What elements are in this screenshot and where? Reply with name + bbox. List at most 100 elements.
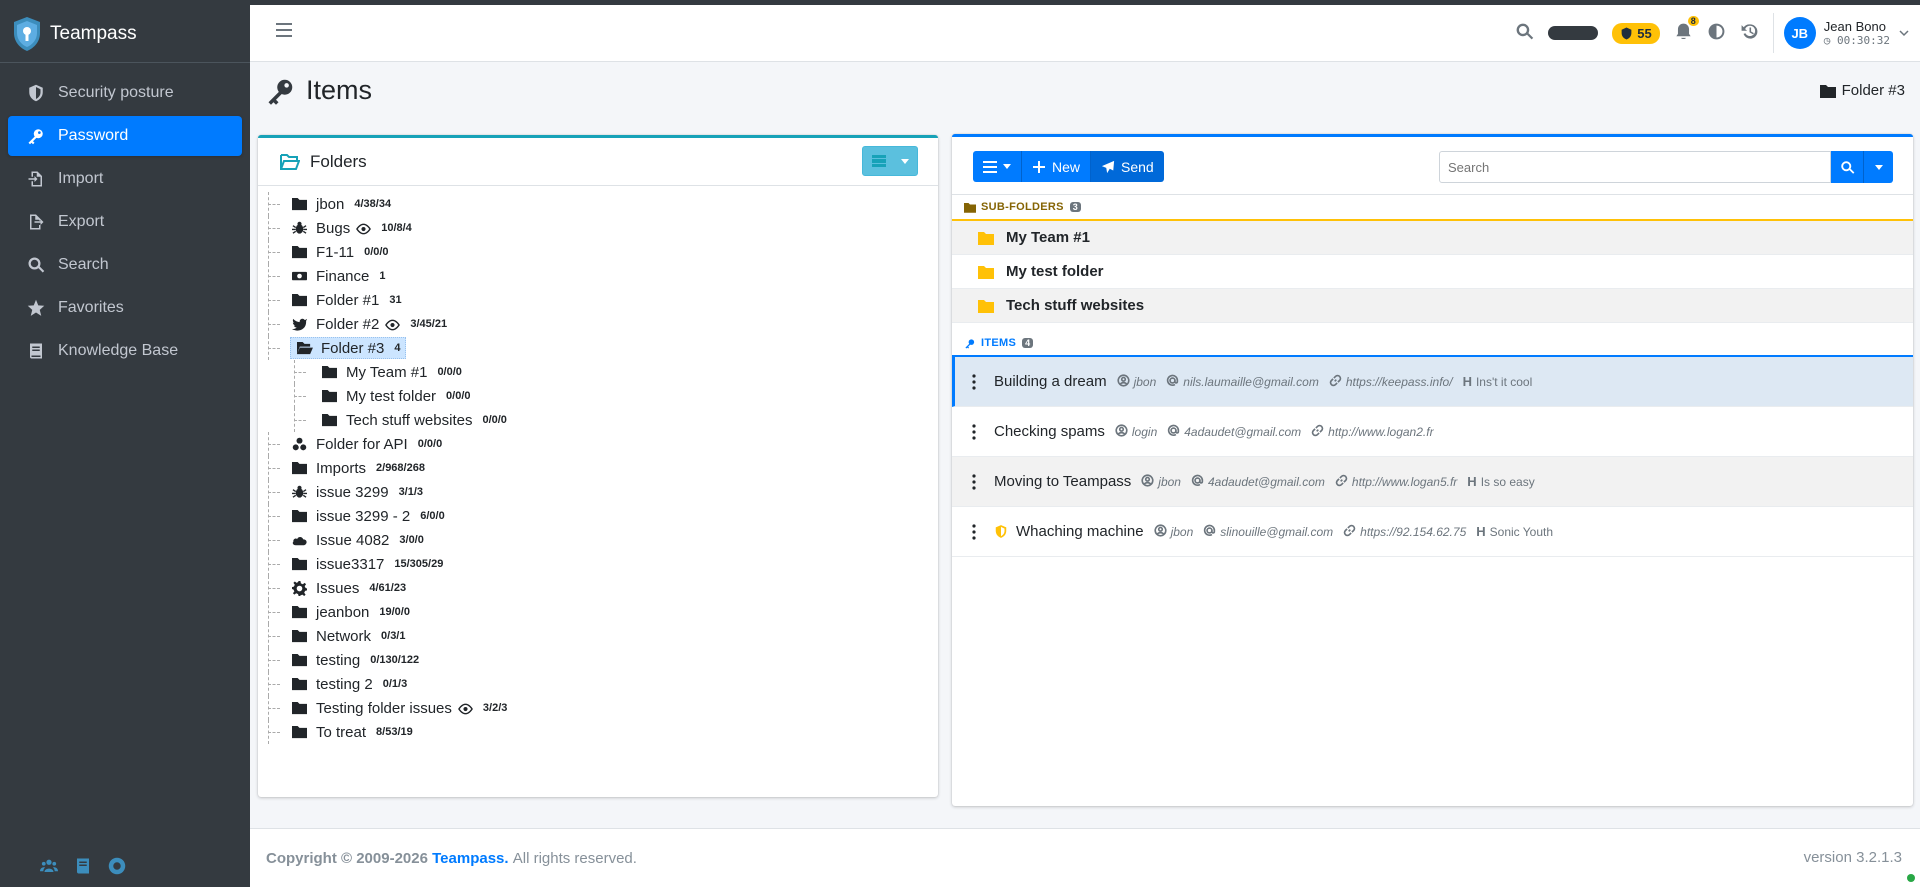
folder-tree-label[interactable]: Folder #2 3/45/21 <box>290 315 447 333</box>
folder-tree-item[interactable]: issue 3299 - 2 6/0/0 <box>268 504 928 528</box>
sidebar-item-password[interactable]: Password <box>8 116 242 156</box>
subfolder-row[interactable]: Tech stuff websites <box>952 289 1913 323</box>
folder-tree-item[interactable]: issue 3299 3/1/3 <box>268 480 928 504</box>
new-item-button[interactable]: New <box>1021 151 1091 182</box>
item-row[interactable]: Whaching machine jbon slinouille@gmail.com… <box>952 507 1913 557</box>
folder-tree-label[interactable]: Bugs 10/8/4 <box>290 219 412 237</box>
search-button[interactable] <box>1831 151 1863 183</box>
search-options-dropdown[interactable] <box>1863 151 1893 183</box>
folder-tree-item[interactable]: Testing folder issues 3/2/3 <box>268 696 928 720</box>
kebab-menu-icon[interactable] <box>972 523 982 540</box>
star-icon <box>26 298 46 318</box>
folder-icon <box>290 675 308 693</box>
contrast-icon[interactable] <box>1707 22 1726 45</box>
link-icon <box>1311 424 1324 440</box>
folder-tree-label[interactable]: Tech stuff websites 0/0/0 <box>320 411 507 429</box>
folder-tree-item[interactable]: Folder for API 0/0/0 <box>268 432 928 456</box>
item-url[interactable]: http://www.logan5.fr <box>1335 474 1457 490</box>
item-url[interactable]: https://92.154.62.75 <box>1343 524 1466 540</box>
items-action-group: New Send <box>973 151 1164 182</box>
search-input[interactable] <box>1439 151 1831 183</box>
sidebar-item-knowledge-base[interactable]: Knowledge Base <box>8 331 242 371</box>
folder-tree-item[interactable]: Bugs 10/8/4 <box>268 216 928 240</box>
subfolders-header: SUB-FOLDERS 3 <box>952 195 1913 221</box>
folder-tree-label[interactable]: My Team #1 0/0/0 <box>320 363 462 381</box>
folder-tree-item[interactable]: Issue 4082 3/0/0 <box>268 528 928 552</box>
folder-tree-label[interactable]: F1-11 0/0/0 <box>290 243 389 261</box>
user-menu[interactable]: JB Jean Bono ◷ 00:30:32 <box>1772 13 1910 53</box>
folder-tree-item[interactable]: My test folder 0/0/0 <box>268 384 928 408</box>
hamburger-menu-icon[interactable] <box>276 21 294 39</box>
folder-tree-item[interactable]: testing 2 0/1/3 <box>268 672 928 696</box>
subfolder-row[interactable]: My test folder <box>952 255 1913 289</box>
send-button[interactable]: Send <box>1090 151 1164 182</box>
folder-tree-item[interactable]: To treat 8/53/19 <box>268 720 928 744</box>
folder-tree-item[interactable]: My Team #1 0/0/0 <box>268 360 928 384</box>
folder-tree-item[interactable]: Folder #2 3/45/21 <box>268 312 928 336</box>
sidebar-item-favorites[interactable]: Favorites <box>8 288 242 328</box>
folder-tree-label[interactable]: Folder for API 0/0/0 <box>290 435 442 453</box>
folder-tree-label[interactable]: Folder #1 31 <box>290 291 402 309</box>
users-icon[interactable] <box>40 857 58 879</box>
folder-tree-label[interactable]: Issue 4082 3/0/0 <box>290 531 424 549</box>
tree-connector <box>268 204 280 205</box>
folder-tree-item[interactable]: issue3317 15/305/29 <box>268 552 928 576</box>
folder-tree-item[interactable]: F1-11 0/0/0 <box>268 240 928 264</box>
item-row[interactable]: Moving to Teampass jbon 4adaudet@gmail.com… <box>952 457 1913 507</box>
folder-tree-label[interactable]: testing 0/130/122 <box>290 651 419 669</box>
folder-tree-label[interactable]: Issues 4/61/23 <box>290 579 406 597</box>
folder-tree-item[interactable]: jeanbon 19/0/0 <box>268 600 928 624</box>
book-icon[interactable] <box>74 857 92 879</box>
sidebar-item-security-posture[interactable]: Security posture <box>8 73 242 113</box>
sidebar-item-export[interactable]: Export <box>8 202 242 242</box>
folder-tree-label[interactable]: issue 3299 3/1/3 <box>290 483 423 501</box>
item-row[interactable]: Building a dream jbon nils.laumaille@gmail… <box>952 357 1913 407</box>
folder-icon <box>290 195 308 213</box>
folder-tree-label[interactable]: To treat 8/53/19 <box>290 723 413 741</box>
kebab-menu-icon[interactable] <box>972 473 982 490</box>
folder-tree-label[interactable]: issue3317 15/305/29 <box>290 555 443 573</box>
subfolder-name: My test folder <box>1006 263 1104 280</box>
folder-tree-label[interactable]: issue 3299 - 2 6/0/0 <box>290 507 445 525</box>
folder-tree-item[interactable]: Network 0/3/1 <box>268 624 928 648</box>
folder-item-count: 3/2/3 <box>482 702 508 714</box>
kebab-menu-icon[interactable] <box>972 373 982 390</box>
folder-tree-label[interactable]: Testing folder issues 3/2/3 <box>290 699 507 717</box>
item-url[interactable]: http://www.logan2.fr <box>1311 424 1434 440</box>
send-label: Send <box>1121 158 1154 175</box>
folder-tree-label[interactable]: My test folder 0/0/0 <box>320 387 471 405</box>
teampass-link[interactable]: Teampass. <box>432 850 508 867</box>
folder-tree-label[interactable]: Network 0/3/1 <box>290 627 405 645</box>
history-icon[interactable] <box>1740 22 1759 45</box>
folders-menu-button[interactable] <box>862 146 918 176</box>
sidebar-item-search[interactable]: Search <box>8 245 242 285</box>
folder-tree-item[interactable]: jbon 4/38/34 <box>268 192 928 216</box>
folder-tree-item[interactable]: Folder #3 4 <box>268 336 928 360</box>
folder-tree-item[interactable]: testing 0/130/122 <box>268 648 928 672</box>
quick-search-field[interactable] <box>1548 26 1599 40</box>
security-score-badge[interactable]: 55 <box>1612 22 1660 44</box>
kebab-menu-icon[interactable] <box>972 423 982 440</box>
search-icon[interactable] <box>1515 22 1534 45</box>
items-menu-button[interactable] <box>973 151 1021 182</box>
folder-tree-item[interactable]: Tech stuff websites 0/0/0 <box>268 408 928 432</box>
folder-tree-label[interactable]: jeanbon 19/0/0 <box>290 603 410 621</box>
copyright: Copyright © 2009-2026 <box>266 849 428 867</box>
support-icon[interactable] <box>108 857 126 879</box>
bug-icon <box>290 219 308 237</box>
subfolder-row[interactable]: My Team #1 <box>952 221 1913 255</box>
folder-tree-item[interactable]: Finance 1 <box>268 264 928 288</box>
folder-tree-item[interactable]: Issues 4/61/23 <box>268 576 928 600</box>
item-url[interactable]: https://keepass.info/ <box>1329 374 1453 390</box>
folder-tree-label[interactable]: jbon 4/38/34 <box>290 195 391 213</box>
folder-tree-label[interactable]: Imports 2/968/268 <box>290 459 425 477</box>
folder-tree-item[interactable]: Imports 2/968/268 <box>268 456 928 480</box>
item-row[interactable]: Checking spams login 4adaudet@gmail.com htt… <box>952 407 1913 457</box>
notifications-button[interactable]: 8 <box>1674 15 1699 45</box>
folder-tree-label[interactable]: testing 2 0/1/3 <box>290 675 407 693</box>
sidebar-item-import[interactable]: Import <box>8 159 242 199</box>
brand[interactable]: Teampass <box>0 5 250 63</box>
folder-tree-label[interactable]: Folder #3 4 <box>290 337 406 359</box>
folder-tree-item[interactable]: Folder #1 31 <box>268 288 928 312</box>
folder-tree-label[interactable]: Finance 1 <box>290 267 386 285</box>
